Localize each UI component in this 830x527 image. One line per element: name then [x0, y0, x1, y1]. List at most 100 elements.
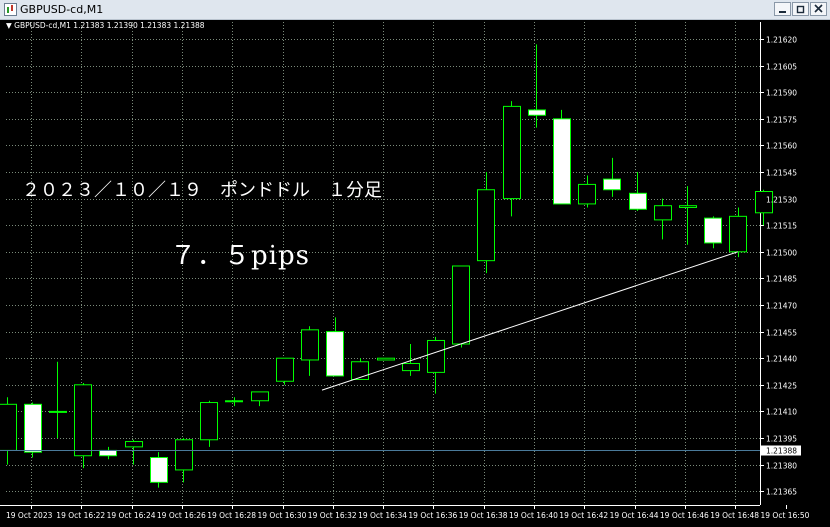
- candle-body: [326, 331, 344, 377]
- x-tick-label: 19 Oct 16:22: [56, 511, 105, 520]
- trendline: [321, 251, 738, 391]
- x-tick-label: 19 Oct 16:28: [207, 511, 256, 520]
- candle: [477, 172, 495, 274]
- y-tick-label: 1.21455: [766, 329, 797, 338]
- candle-body: [704, 217, 722, 244]
- candle-body: [452, 265, 470, 345]
- x-tick-label: 19 Oct 16:42: [559, 511, 608, 520]
- x-tick-label: 19 Oct 16:44: [610, 511, 659, 520]
- y-tick-label: 1.21515: [766, 222, 797, 231]
- candle: [351, 358, 369, 380]
- candle-body: [225, 400, 243, 403]
- candle-body: [125, 441, 143, 448]
- candle-body: [679, 205, 697, 208]
- restore-icon: [796, 5, 805, 14]
- y-tick-label: 1.21575: [766, 116, 797, 125]
- window-title: GBPUSD-cd,M1: [20, 3, 104, 16]
- candle: [24, 402, 42, 458]
- candle-body: [528, 109, 546, 116]
- x-tick-label: 19 Oct 16:32: [308, 511, 357, 520]
- candle: [125, 439, 143, 465]
- price-chart[interactable]: 1.21388 1.21620 1.21605 1.21590 1.21575 1.21…: [0, 20, 830, 527]
- x-tick-label: 19 Oct 16:34: [358, 511, 407, 520]
- symbol-info: ▼ GBPUSD-cd,M1 1.21383 1.21390 1.21383 1…: [6, 21, 205, 30]
- candle-body: [402, 363, 420, 372]
- candle: [452, 265, 470, 348]
- candle-body: [301, 329, 319, 361]
- overlays: 1.21388: [0, 251, 801, 456]
- candle: [74, 383, 92, 469]
- y-tick-label: 1.21395: [766, 435, 797, 444]
- x-tick-label: 19 Oct 2023: [6, 511, 53, 520]
- y-tick-label: 1.21545: [766, 169, 797, 178]
- y-tick-label: 1.21590: [766, 89, 797, 98]
- y-tick-label: 1.21425: [766, 382, 797, 391]
- candle-body: [200, 402, 218, 441]
- candle-body: [24, 403, 42, 453]
- close-icon: [814, 4, 823, 13]
- candle: [251, 391, 269, 407]
- y-tick-label: 1.21470: [766, 302, 797, 311]
- candle-body: [276, 357, 294, 382]
- pips-annotation: ７．５pips: [170, 241, 310, 271]
- collapse-arrow-icon[interactable]: ▼: [6, 21, 12, 30]
- candle-body: [175, 439, 193, 471]
- x-tick-label: 19 Oct 16:50: [761, 511, 810, 520]
- candle-body: [477, 189, 495, 262]
- candle: [99, 446, 117, 460]
- candle: [0, 397, 17, 465]
- candle-body: [377, 357, 395, 361]
- candle: [326, 317, 344, 377]
- candle-body: [603, 178, 621, 191]
- candle-body: [427, 339, 445, 373]
- candle-body: [0, 403, 17, 451]
- x-tick-label: 19 Oct 16:36: [408, 511, 457, 520]
- candle: [276, 357, 294, 385]
- title-bar[interactable]: GBPUSD-cd,M1: [0, 0, 830, 20]
- y-tick-label: 1.21410: [766, 408, 797, 417]
- candle: [528, 44, 546, 128]
- candle-body: [729, 215, 747, 253]
- y-tick-label: 1.21380: [766, 462, 797, 471]
- candle: [629, 172, 647, 212]
- candle: [377, 357, 395, 361]
- candle-body: [351, 361, 369, 380]
- candle: [150, 452, 168, 488]
- x-tick-label: 19 Oct 16:40: [509, 511, 558, 520]
- candle-body: [150, 457, 168, 483]
- restore-button[interactable]: [792, 2, 809, 16]
- candle-body: [553, 118, 571, 205]
- x-tick-label: 19 Oct 16:30: [258, 511, 307, 520]
- candle: [553, 109, 571, 205]
- y-tick-label: 1.21620: [766, 36, 797, 45]
- candle: [603, 157, 621, 197]
- candle-body: [74, 384, 92, 457]
- candle-body: [629, 192, 647, 210]
- candle: [301, 326, 319, 376]
- x-tick-label: 19 Oct 16:46: [660, 511, 709, 520]
- candle: [578, 175, 596, 208]
- x-tick-label: 19 Oct 16:26: [157, 511, 206, 520]
- x-tick-label: 19 Oct 16:38: [459, 511, 508, 520]
- y-tick-label: 1.21500: [766, 249, 797, 258]
- candle: [175, 438, 193, 483]
- candle-body: [578, 183, 596, 205]
- y-tick-label: 1.21485: [766, 275, 797, 284]
- minimize-button[interactable]: [774, 2, 791, 16]
- candle: [503, 101, 521, 217]
- candle: [225, 397, 243, 407]
- candle: [49, 361, 67, 438]
- date-title-annotation: ２０２３／１０／１９ ポンドドル １分足: [22, 180, 382, 201]
- candle: [654, 198, 672, 240]
- candle-body: [654, 205, 672, 221]
- bid-price-label: 1.21388: [766, 447, 797, 456]
- y-tick-label: 1.21440: [766, 355, 797, 364]
- y-tick-label: 1.21365: [766, 488, 797, 497]
- minimize-icon: [779, 11, 786, 13]
- y-tick-label: 1.21605: [766, 63, 797, 72]
- chart-window-icon: [4, 3, 17, 16]
- y-tick-label: 1.21560: [766, 142, 797, 151]
- candle-body: [49, 410, 67, 413]
- close-button[interactable]: [810, 2, 827, 16]
- candle-body: [99, 449, 117, 457]
